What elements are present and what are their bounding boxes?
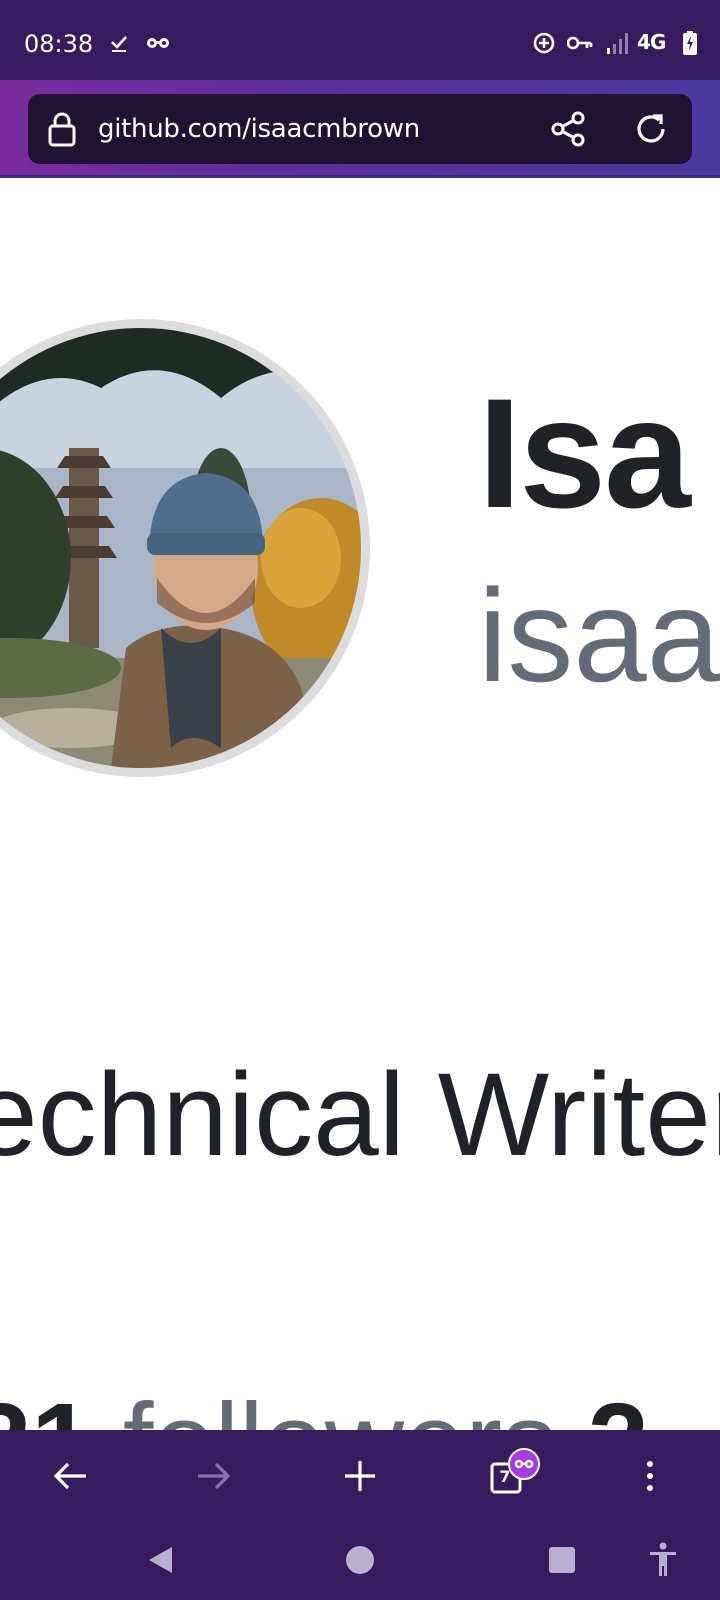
- profile-bio: echnical Writer: [0, 1049, 720, 1181]
- vpn-key-icon: [566, 30, 594, 56]
- address-bar-container: github.com/isaacmbrown: [0, 80, 720, 178]
- data-saver-icon: [531, 30, 557, 56]
- system-nav-bar: [0, 1520, 720, 1600]
- avatar[interactable]: [0, 319, 370, 777]
- share-icon[interactable]: [550, 110, 588, 153]
- incognito-icon: [145, 30, 171, 56]
- nav-recents-icon[interactable]: [542, 1540, 582, 1580]
- tabs-icon[interactable]: 7: [482, 1448, 540, 1500]
- incognito-badge-icon: [508, 1448, 540, 1480]
- followers-count: 21: [0, 1381, 92, 1431]
- signal-icon: [605, 30, 633, 56]
- back-arrow-icon[interactable]: [46, 1452, 94, 1500]
- web-page-content[interactable]: Isa isaa echnical Writer 21 followers 2: [0, 178, 720, 1430]
- following-count: 2: [588, 1381, 649, 1431]
- status-time: 08:38: [24, 30, 94, 58]
- lock-icon[interactable]: [48, 111, 76, 152]
- battery-charging-icon: [682, 30, 698, 56]
- reload-icon[interactable]: [632, 110, 670, 153]
- profile-username: isaa: [478, 562, 720, 709]
- follow-stats: 21 followers 2: [0, 1388, 649, 1431]
- address-bar[interactable]: github.com/isaacmbrown: [28, 94, 692, 164]
- new-tab-icon[interactable]: [336, 1452, 384, 1500]
- browser-toolbar: 7: [0, 1430, 720, 1520]
- nav-back-icon[interactable]: [140, 1540, 180, 1580]
- forward-arrow-icon[interactable]: [190, 1452, 238, 1500]
- url-text[interactable]: github.com/isaacmbrown: [98, 114, 420, 144]
- accessibility-icon[interactable]: [643, 1540, 683, 1580]
- network-type: 4G: [637, 30, 666, 54]
- following-link[interactable]: 2: [588, 1381, 649, 1431]
- nav-home-icon[interactable]: [340, 1540, 380, 1580]
- status-bar: 08:38 4G: [0, 0, 720, 80]
- more-menu-icon[interactable]: [626, 1452, 674, 1500]
- profile-name: Isa: [478, 367, 691, 541]
- download-done-icon: [108, 30, 130, 56]
- followers-label: followers: [123, 1381, 557, 1431]
- followers-link[interactable]: 21 followers: [0, 1381, 588, 1431]
